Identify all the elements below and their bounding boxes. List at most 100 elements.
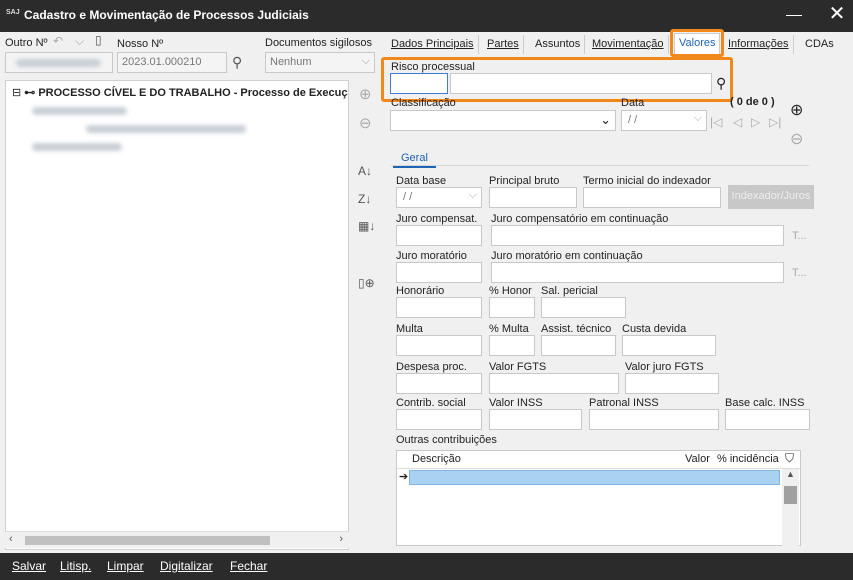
valor-fgts-input[interactable] xyxy=(489,373,619,394)
row-selection[interactable] xyxy=(409,470,780,485)
juro-comp-cont-input[interactable] xyxy=(491,225,784,246)
valor-inss-label: Valor INSS xyxy=(489,397,543,409)
contrib-social-input[interactable] xyxy=(396,409,482,430)
scroll-right-icon[interactable]: › xyxy=(339,533,343,545)
data-label: Data xyxy=(621,97,645,109)
remove-record-icon[interactable]: ⊖ xyxy=(790,129,803,149)
row-pointer-icon: ➔ xyxy=(399,471,409,483)
tab-informacoes[interactable]: Informações xyxy=(724,35,794,54)
close-button[interactable]: ✕ xyxy=(826,4,848,26)
bottom-toolbar: Salvar Litisp. Limpar Digitalizar Fechar xyxy=(0,553,853,580)
sigilosos-value: Nenhum xyxy=(270,56,312,68)
search-icon[interactable]: ⚲ xyxy=(232,54,242,71)
limpar-button[interactable]: Limpar xyxy=(107,559,144,573)
principal-bruto-label: Principal bruto xyxy=(489,175,560,187)
sal-pericial-input[interactable] xyxy=(541,297,626,318)
nosso-label: Nosso Nº xyxy=(117,38,164,50)
minimize-button[interactable] xyxy=(786,5,802,16)
sort-za-icon[interactable]: Z↓ xyxy=(358,192,371,206)
custa-devida-input[interactable] xyxy=(622,335,716,356)
window-title: Cadastro e Movimentação de Processos Jud… xyxy=(24,8,309,22)
valor-juro-fgts-input[interactable] xyxy=(625,373,719,394)
tree-root[interactable]: ⊟ ⊷ PROCESSO CÍVEL E DO TRABALHO - Proce… xyxy=(12,86,348,99)
pct-honor-input[interactable] xyxy=(489,297,535,318)
collapse-icon[interactable]: ⊟ xyxy=(12,87,21,99)
sort-date-icon[interactable]: ▦↓ xyxy=(358,219,375,233)
tab-assuntos[interactable]: Assuntos xyxy=(531,35,586,54)
juro-mor-t-button[interactable]: T... xyxy=(792,267,807,279)
add-record-icon[interactable]: ⊕ xyxy=(790,100,803,120)
chevron-down-icon: ⌵ xyxy=(693,112,702,124)
assist-tecnico-label: Assist. técnico xyxy=(541,323,612,335)
remove-icon[interactable]: ⊖ xyxy=(359,114,372,132)
outro-field[interactable] xyxy=(5,52,113,73)
scroll-up-icon[interactable]: ▲ xyxy=(786,469,795,479)
tab-dados-principais[interactable]: Dados Principais xyxy=(387,35,479,54)
data-base-value: / / xyxy=(403,191,413,203)
nosso-field[interactable]: 2023.01.000210 xyxy=(117,52,227,73)
title-bar: SAJ Cadastro e Movimentação de Processos… xyxy=(0,0,853,32)
note-icon[interactable]: ▯ xyxy=(95,33,102,47)
add-node-icon[interactable]: ▯⊕ xyxy=(358,276,375,290)
valores-tab-highlight xyxy=(670,29,724,57)
principal-bruto-input[interactable] xyxy=(489,187,577,208)
tree-horizontal-scrollbar[interactable]: ‹ › xyxy=(5,531,349,548)
filter-icon[interactable]: ⛉ xyxy=(785,451,794,466)
digitalizar-button[interactable]: Digitalizar xyxy=(160,559,213,573)
sigilosos-label: Documentos sigilosos xyxy=(265,37,372,49)
table-row[interactable]: ➔ xyxy=(397,469,800,486)
multa-input[interactable] xyxy=(396,335,482,356)
valor-inss-input[interactable] xyxy=(489,409,582,430)
last-record-icon[interactable]: ▷| xyxy=(769,115,781,129)
patronal-inss-input[interactable] xyxy=(589,409,719,430)
tab-movimentacao[interactable]: Movimentação xyxy=(588,35,669,54)
record-counter: ( 0 de 0 ) xyxy=(730,96,775,108)
valor-fgts-label: Valor FGTS xyxy=(489,361,547,373)
patronal-inss-label: Patronal INSS xyxy=(589,397,659,409)
juro-comp-cont-label: Juro compensatório em continuação xyxy=(491,213,669,225)
prev-record-icon[interactable]: ◁ xyxy=(733,115,742,129)
classificacao-select[interactable]: ⌄ xyxy=(390,110,616,131)
next-record-icon[interactable]: ▷ xyxy=(751,115,760,129)
grid-vertical-scrollbar[interactable]: ▲ xyxy=(782,469,799,546)
outras-contrib-grid[interactable]: Descrição Valor % incidência ⛉ ➔ ▲ xyxy=(396,450,801,546)
data-base-input[interactable]: / / ⌵ xyxy=(396,187,482,208)
data-input[interactable]: / / ⌵ xyxy=(621,110,707,131)
pct-multa-input[interactable] xyxy=(489,335,535,356)
scroll-left-icon[interactable]: ‹ xyxy=(9,533,13,545)
tab-partes[interactable]: Partes xyxy=(483,35,524,54)
col-incidencia[interactable]: % incidência xyxy=(717,453,779,465)
juro-mor-cont-input[interactable] xyxy=(491,262,784,283)
juro-comp-t-button[interactable]: T... xyxy=(792,230,807,242)
app-logo: SAJ xyxy=(6,9,20,16)
grid-header: Descrição Valor % incidência ⛉ xyxy=(397,451,800,469)
juro-moratorio-input[interactable] xyxy=(396,262,482,283)
chevron-down-icon[interactable]: ⌵ xyxy=(75,34,84,49)
process-tree[interactable]: ⊟ ⊷ PROCESSO CÍVEL E DO TRABALHO - Proce… xyxy=(5,80,349,550)
litisp-button[interactable]: Litisp. xyxy=(60,559,91,573)
add-icon[interactable]: ⊕ xyxy=(359,85,372,103)
back-arrow-icon[interactable]: ↶ xyxy=(53,34,63,48)
indexador-juros-button[interactable]: Indexador/Juros xyxy=(728,185,814,209)
sort-az-icon[interactable]: A↓ xyxy=(358,164,372,178)
despesa-proc-label: Despesa proc. xyxy=(396,361,467,373)
honorario-input[interactable] xyxy=(396,297,482,318)
col-descricao[interactable]: Descrição xyxy=(412,453,461,465)
outras-contrib-label: Outras contribuições xyxy=(396,434,497,446)
pct-multa-label: % Multa xyxy=(489,323,529,335)
tab-cdas[interactable]: CDAs xyxy=(801,35,838,54)
pct-honor-label: % Honor xyxy=(489,285,532,297)
juro-compensat-input[interactable] xyxy=(396,225,482,246)
first-record-icon[interactable]: |◁ xyxy=(710,115,722,129)
col-valor[interactable]: Valor xyxy=(685,453,710,465)
despesa-proc-input[interactable] xyxy=(396,373,482,394)
tab-geral[interactable]: Geral xyxy=(393,150,436,168)
juro-compensat-label: Juro compensat. xyxy=(396,213,478,225)
assist-tecnico-input[interactable] xyxy=(541,335,616,356)
salvar-button[interactable]: Salvar xyxy=(12,559,46,573)
termo-inicial-input[interactable] xyxy=(583,187,721,208)
fechar-button[interactable]: Fechar xyxy=(230,559,267,573)
base-calc-inss-input[interactable] xyxy=(725,409,810,430)
valor-juro-fgts-label: Valor juro FGTS xyxy=(625,361,704,373)
sigilosos-select[interactable]: Nenhum ⌵ xyxy=(265,52,375,73)
